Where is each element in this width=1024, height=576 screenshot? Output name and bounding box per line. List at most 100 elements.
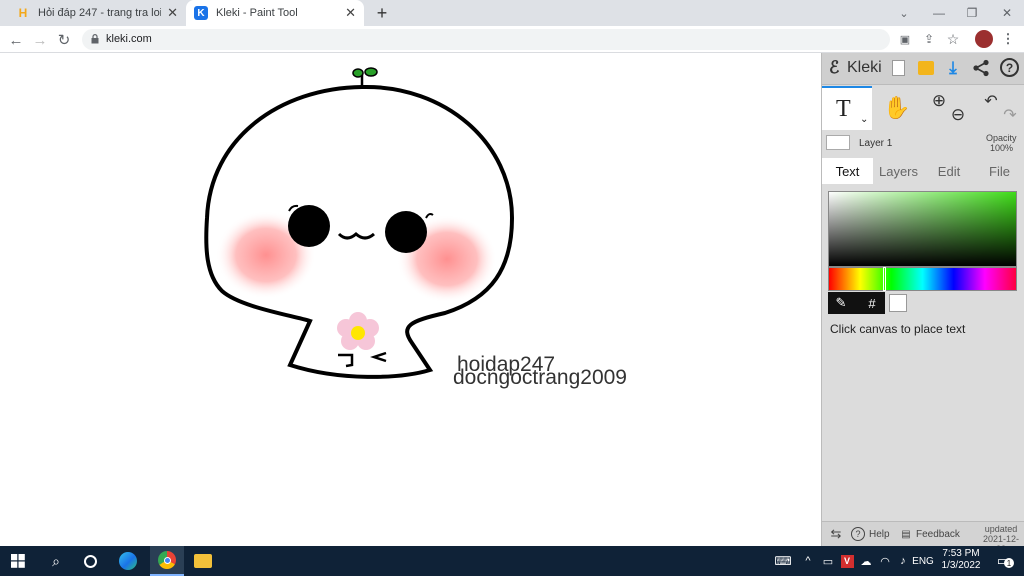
swap-sides-icon[interactable]: ⇆ bbox=[828, 526, 844, 542]
opacity-label: Opacity bbox=[986, 133, 1017, 143]
forward-icon[interactable]: → bbox=[30, 30, 50, 50]
new-image-icon[interactable] bbox=[892, 60, 905, 76]
feedback-link[interactable]: ▤ Feedback bbox=[900, 526, 960, 542]
windows-taskbar: ⌕ ⌨ ^ ▭ V ☁ ◠ ♪ ENG 7:53 PM 1/3/2022 ▭ 1 bbox=[0, 546, 1024, 576]
navigation-bar: ← → ↻ kleki.com ▣ ⇪ ☆ ⋮ bbox=[0, 26, 1024, 53]
close-window-icon[interactable]: ✕ bbox=[998, 3, 1016, 23]
layer-thumbnail bbox=[826, 135, 850, 150]
tab-text[interactable]: Text bbox=[822, 158, 873, 184]
tab-title: Hỏi đáp 247 - trang tra loi bbox=[38, 7, 162, 19]
help-link[interactable]: ? Help bbox=[851, 526, 890, 542]
chrome-icon[interactable] bbox=[150, 546, 184, 576]
browser-tab-strip: H Hỏi đáp 247 - trang tra loi ✕ K Kleki … bbox=[0, 0, 1024, 26]
updated-label: updated bbox=[984, 524, 1018, 534]
tool-row: T ⌄ ✋ ⊕ ⊖ ↶ ↷ bbox=[822, 86, 1024, 130]
brand-name: Kleki bbox=[847, 59, 882, 76]
layer-name: Layer 1 bbox=[859, 138, 893, 149]
hand-tool-icon[interactable]: ✋ bbox=[883, 94, 910, 122]
tab-file[interactable]: File bbox=[974, 158, 1024, 184]
cortana-icon[interactable] bbox=[76, 546, 104, 576]
zoom-controls: ⊕ ⊖ bbox=[930, 91, 968, 124]
feedback-label: Feedback bbox=[916, 528, 960, 540]
hex-input-button[interactable]: # bbox=[864, 294, 880, 312]
share-icon[interactable] bbox=[972, 59, 990, 77]
text-tab-content: ✎ # Click canvas to place text bbox=[822, 184, 1024, 521]
tab-hoidap[interactable]: H Hỏi đáp 247 - trang tra loi ✕ bbox=[8, 0, 186, 26]
share-page-icon[interactable]: ⇪ bbox=[921, 31, 937, 47]
new-tab-icon[interactable]: + bbox=[372, 3, 392, 23]
zoom-in-icon[interactable]: ⊕ bbox=[930, 91, 948, 110]
bookmark-star-icon[interactable]: ☆ bbox=[945, 31, 961, 47]
volume-icon[interactable]: ♪ bbox=[894, 546, 912, 576]
close-tab-icon[interactable]: ✕ bbox=[345, 5, 356, 21]
profile-avatar[interactable] bbox=[975, 30, 993, 48]
drawing-artwork bbox=[204, 67, 515, 379]
wifi-icon[interactable]: ◠ bbox=[876, 546, 894, 576]
hoidap-logo-icon: H bbox=[18, 6, 28, 20]
minimize-icon[interactable]: — bbox=[930, 3, 948, 23]
antivirus-icon[interactable]: V bbox=[838, 546, 856, 576]
tab-kleki[interactable]: K Kleki - Paint Tool ✕ bbox=[186, 0, 364, 26]
hue-handle[interactable] bbox=[883, 267, 886, 291]
tray-chevron-icon[interactable]: ^ bbox=[800, 546, 816, 576]
zoom-out-icon[interactable]: ⊖ bbox=[949, 105, 967, 124]
text-tool-hint: Click canvas to place text bbox=[830, 322, 966, 336]
tab-search-chevron-icon[interactable]: ⌄ bbox=[895, 3, 913, 23]
search-icon[interactable]: ⌕ bbox=[42, 546, 70, 576]
kleki-side-panel: ℰ Kleki ⤓ ? T ⌄ ✋ ⊕ ⊖ ↶ ↷ Layer 1 Opacit… bbox=[821, 53, 1024, 554]
tab-layers[interactable]: Layers bbox=[873, 158, 924, 184]
edge-icon[interactable] bbox=[114, 546, 142, 576]
language-indicator[interactable]: ENG bbox=[912, 546, 934, 576]
open-folder-icon[interactable] bbox=[918, 61, 934, 75]
feedback-icon: ▤ bbox=[901, 528, 911, 540]
notification-badge: 1 bbox=[1004, 558, 1014, 568]
date-text: 1/3/2022 bbox=[941, 560, 981, 571]
reload-icon[interactable]: ↻ bbox=[54, 30, 74, 50]
windows-start-icon[interactable] bbox=[4, 546, 32, 576]
canvas-text-line-2: docngoctrang2009 bbox=[453, 366, 627, 389]
translate-icon[interactable]: ▣ bbox=[897, 31, 913, 47]
keyboard-icon[interactable]: ⌨ bbox=[772, 546, 794, 576]
opacity-value: 100% bbox=[990, 143, 1014, 153]
redo-icon[interactable]: ↷ bbox=[1001, 106, 1019, 124]
kleki-logo-icon: ℰ bbox=[829, 58, 840, 77]
clock[interactable]: 7:53 PM 1/3/2022 bbox=[938, 548, 984, 574]
chevron-down-icon: ⌄ bbox=[860, 114, 869, 125]
help-icon[interactable]: ? bbox=[1000, 58, 1019, 77]
sprout bbox=[352, 67, 378, 88]
lock-icon bbox=[91, 33, 99, 44]
layer-preview-row[interactable]: Layer 1 Opacity 100% bbox=[822, 130, 1024, 158]
eyedropper-icon[interactable]: ✎ bbox=[832, 294, 850, 312]
restore-icon[interactable]: ❐ bbox=[963, 3, 981, 23]
current-color-swatch[interactable] bbox=[889, 294, 907, 312]
time-text: 7:53 PM bbox=[942, 548, 980, 559]
history-controls: ↶ ↷ bbox=[982, 92, 1020, 124]
menu-kebab-icon[interactable]: ⋮ bbox=[1001, 31, 1015, 47]
tab-edit[interactable]: Edit bbox=[924, 158, 974, 184]
left-eye bbox=[288, 205, 330, 247]
kleki-logo-icon: K bbox=[194, 6, 208, 20]
omnibox[interactable]: kleki.com bbox=[82, 29, 890, 50]
onedrive-icon[interactable]: ☁ bbox=[858, 546, 874, 576]
url-text: kleki.com bbox=[106, 33, 152, 45]
kleki-app: hoidap247 docngoctrang2009 ℰ Kleki ⤓ ? T… bbox=[0, 53, 1024, 554]
right-eye bbox=[385, 211, 427, 253]
help-circle-icon: ? bbox=[851, 527, 865, 541]
eyedropper-and-hex-bar: ✎ # bbox=[828, 292, 885, 314]
file-explorer-icon[interactable] bbox=[189, 546, 217, 576]
panel-header: ℰ Kleki ⤓ ? bbox=[822, 53, 1024, 85]
drawing-canvas[interactable]: hoidap247 docngoctrang2009 bbox=[0, 53, 821, 546]
hue-slider[interactable] bbox=[828, 267, 1017, 291]
tab-title: Kleki - Paint Tool bbox=[216, 7, 298, 19]
battery-icon[interactable]: ▭ bbox=[820, 546, 836, 576]
panel-footer: ⇆ ? Help ▤ Feedback updated 2021-12-23 bbox=[822, 521, 1024, 554]
notification-icon[interactable]: ▭ 1 bbox=[990, 546, 1016, 576]
text-tool-glyph: T bbox=[836, 96, 851, 122]
text-tool-button[interactable]: T ⌄ bbox=[822, 86, 872, 130]
color-saturation-picker[interactable] bbox=[828, 191, 1017, 267]
back-icon[interactable]: ← bbox=[6, 30, 26, 50]
close-tab-icon[interactable]: ✕ bbox=[167, 5, 178, 21]
undo-icon[interactable]: ↶ bbox=[982, 92, 1000, 110]
download-icon[interactable]: ⤓ bbox=[944, 58, 962, 78]
help-label: Help bbox=[869, 528, 890, 540]
